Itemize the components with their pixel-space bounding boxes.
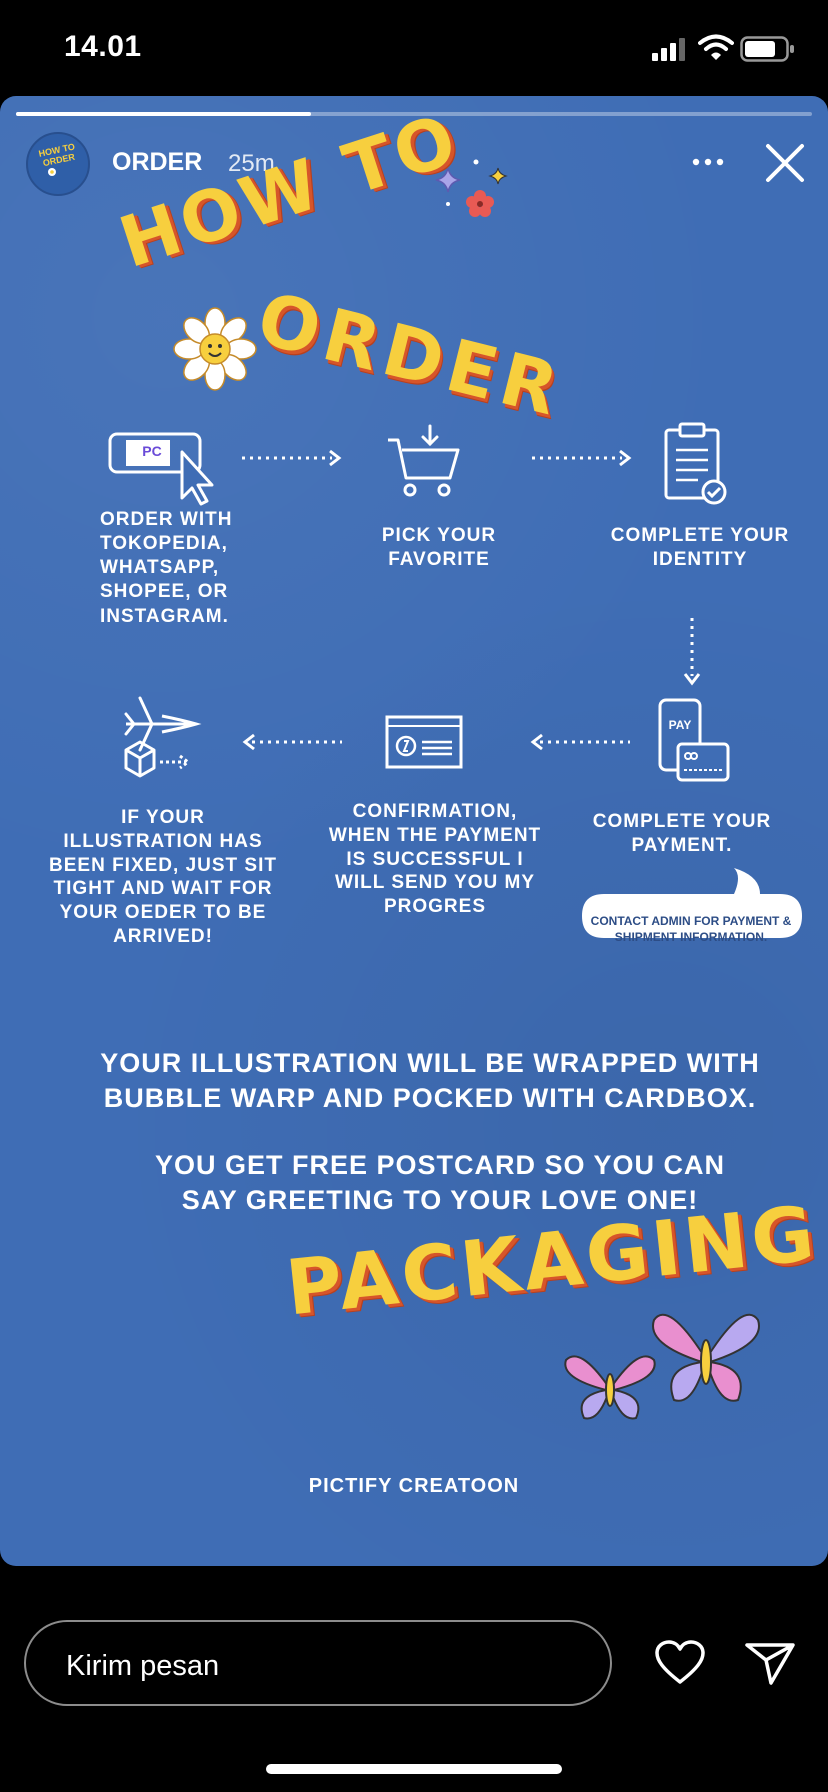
- story-card[interactable]: HOW TO ORDER ORDER 25m HOW TO ORDER PC O…: [0, 96, 828, 1566]
- battery-icon: [740, 36, 794, 62]
- story-username[interactable]: ORDER: [112, 148, 202, 177]
- arrow-left-icon: [530, 733, 630, 751]
- device-cursor-icon: [108, 432, 214, 506]
- step-1-label: ORDER WITH TOKOPEDIA, WHATSAPP, SHOPEE, …: [100, 509, 233, 627]
- contact-admin-text: CONTACT ADMIN FOR PAYMENT & SHIPMENT INF…: [590, 914, 792, 944]
- arrow-right-icon: [242, 449, 342, 467]
- step-4-label: COMPLETE YOUR PAYMENT.: [592, 811, 772, 856]
- close-icon[interactable]: [764, 142, 806, 184]
- story-progress-fill: [16, 112, 311, 116]
- step-6-label: IF YOUR ILLUSTRATION HAS BEEN FIXED, JUS…: [49, 807, 277, 947]
- plane-package-icon: [124, 696, 202, 778]
- signal-icon: [652, 38, 685, 61]
- daisy-icon: [173, 307, 257, 391]
- send-icon[interactable]: [744, 1640, 796, 1686]
- heart-icon[interactable]: [654, 1640, 706, 1686]
- cart-icon: [388, 424, 460, 497]
- mini-logo: PC: [142, 443, 162, 459]
- clipboard-check-icon: [664, 422, 727, 505]
- arrow-right-icon: [532, 449, 632, 467]
- step-2-label: PICK YOUR FAVORITE: [381, 525, 497, 570]
- brand-name: PICTIFY CREATOON: [308, 1475, 520, 1497]
- avatar[interactable]: HOW TO ORDER: [26, 132, 90, 196]
- phone-pay-icon: [658, 698, 730, 782]
- status-time: 14.01: [64, 30, 142, 63]
- arrow-down-icon: [683, 618, 701, 686]
- message-placeholder: Kirim pesan: [66, 1650, 220, 1682]
- home-indicator[interactable]: [266, 1764, 562, 1774]
- more-icon[interactable]: [690, 156, 730, 168]
- butterfly-large-icon: [652, 1313, 760, 1402]
- step-5-label: CONFIRMATION, WHEN THE PAYMENT IS SUCCES…: [328, 801, 542, 917]
- butterfly-small-icon: [564, 1355, 656, 1420]
- step-3-label: COMPLETE YOUR IDENTITY: [610, 525, 790, 570]
- title-how-to: HOW TO: [110, 97, 470, 284]
- arrow-left-icon: [242, 733, 342, 751]
- title-order: ORDER: [249, 276, 572, 433]
- wrap-info-text: YOUR ILLUSTRATION WILL BE WRAPPED WITH B…: [100, 1048, 760, 1114]
- message-input[interactable]: Kirim pesan: [24, 1620, 612, 1706]
- payment-card-icon: [385, 715, 463, 769]
- wifi-icon: [698, 34, 734, 60]
- pay-label: PAY: [668, 718, 692, 732]
